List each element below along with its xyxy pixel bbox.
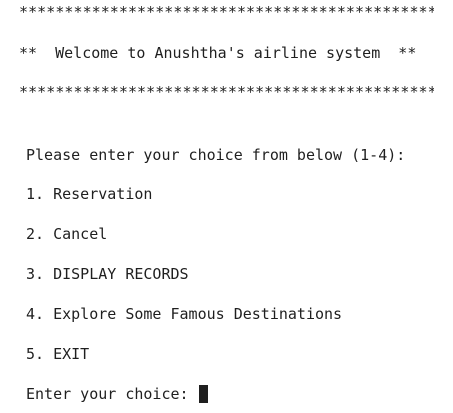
choice-input-line[interactable]: Enter your choice: xyxy=(26,384,208,404)
bottom-border: ****************************************… xyxy=(19,83,434,101)
menu-option-explore-destinations: 4. Explore Some Famous Destinations xyxy=(26,305,343,323)
menu-option-reservation: 1. Reservation xyxy=(26,185,153,203)
console-window: ****************************************… xyxy=(0,0,453,413)
menu-option-display-records: 3. DISPLAY RECORDS xyxy=(26,265,189,283)
text-cursor[interactable] xyxy=(198,385,208,403)
menu-prompt: Please enter your choice from below (1-4… xyxy=(26,146,406,164)
menu-option-exit: 5. EXIT xyxy=(26,345,90,363)
menu-option-cancel: 2. Cancel xyxy=(26,225,108,243)
welcome-banner: ** Welcome to Anushtha's airline system … xyxy=(19,44,417,62)
choice-input-label: Enter your choice: xyxy=(26,385,198,403)
top-border: ****************************************… xyxy=(19,3,434,21)
